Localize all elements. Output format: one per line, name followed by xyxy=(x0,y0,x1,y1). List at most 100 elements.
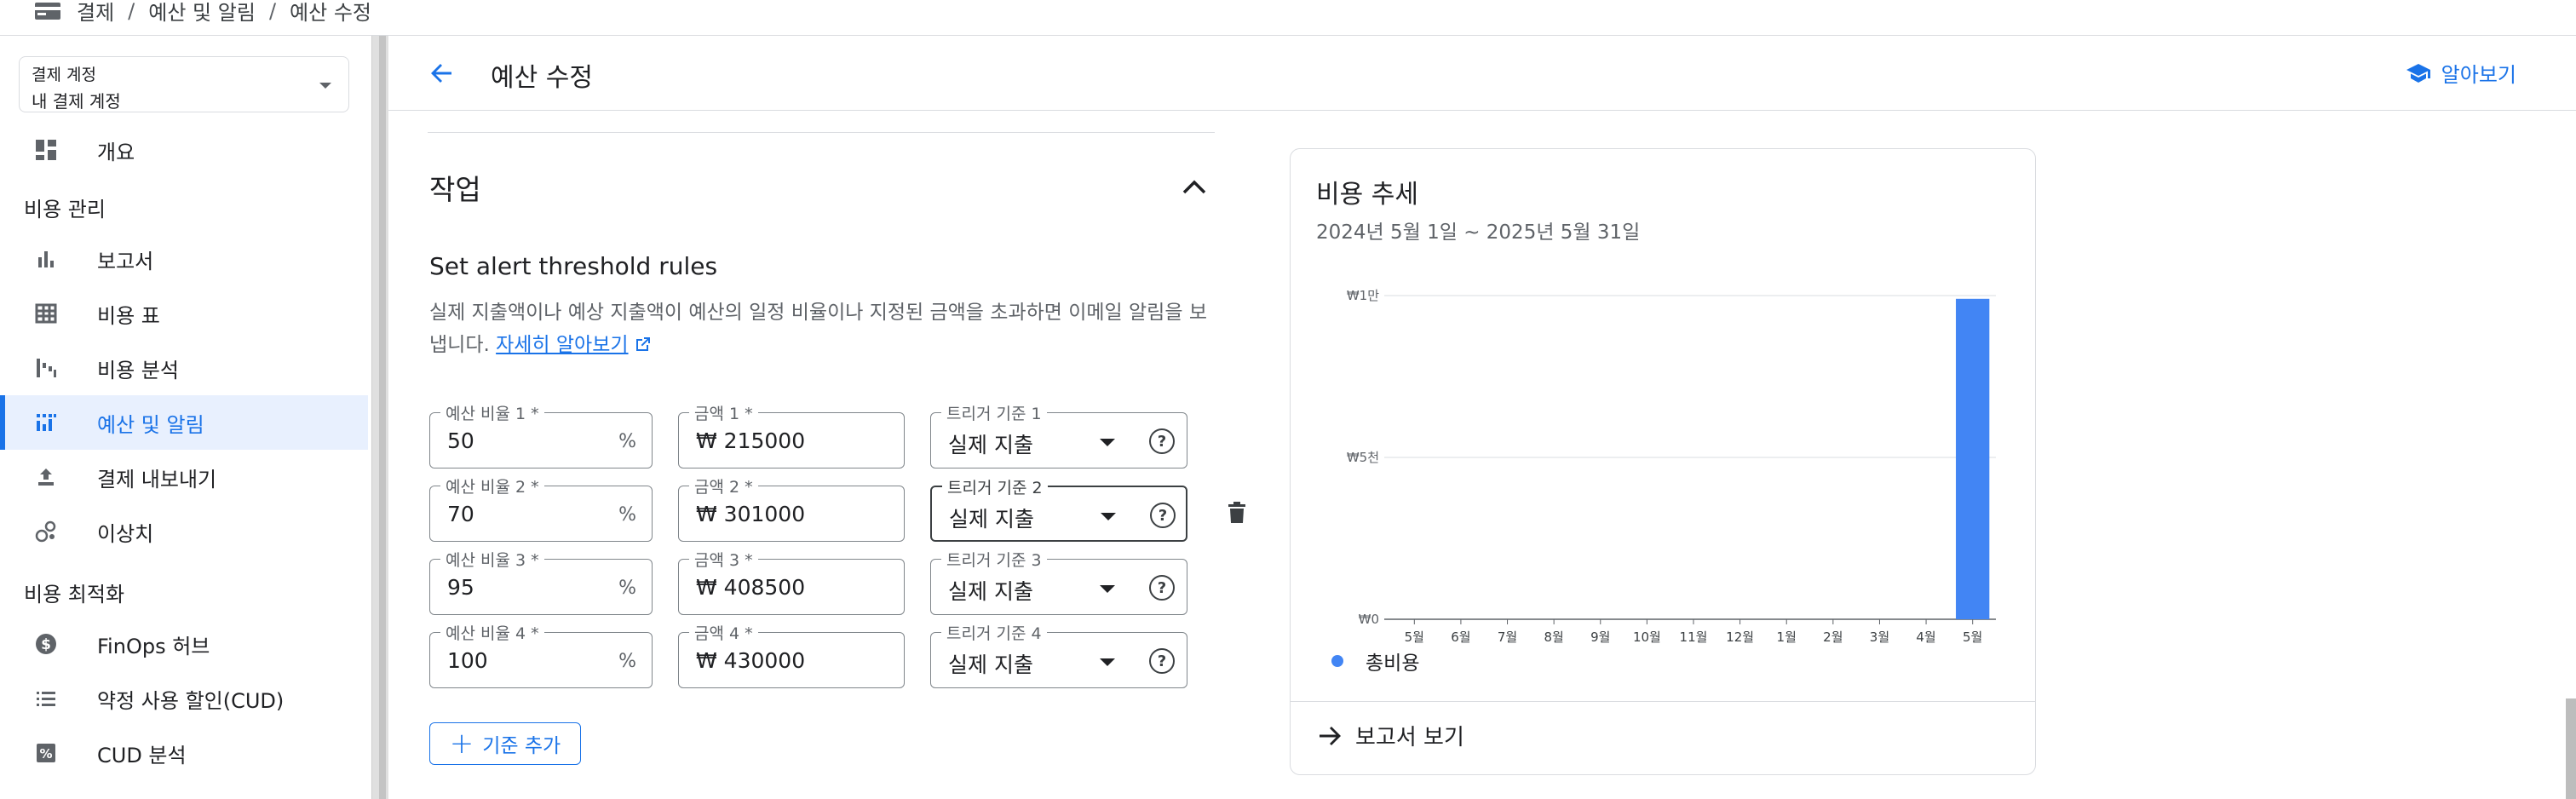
arrow-back-icon xyxy=(431,64,451,83)
scrollbar-thumb[interactable] xyxy=(379,36,386,799)
amount-field-2[interactable]: 금액 2 * ₩ 301000 xyxy=(678,474,905,542)
back-button[interactable] xyxy=(423,55,460,92)
learn-button[interactable]: 알아보기 xyxy=(2406,58,2516,88)
budget-percent-field-3[interactable]: 예산 비율 3 * 95 % xyxy=(429,548,653,615)
sidebar-item-reports[interactable]: 보고서 xyxy=(0,232,368,286)
breadcrumb-separator: / xyxy=(128,0,135,23)
divider xyxy=(428,132,1215,133)
field-label: 금액 3 * xyxy=(689,548,758,571)
help-icon[interactable]: ? xyxy=(1150,503,1176,528)
sidebar-item-cost-table[interactable]: 비용 표 xyxy=(0,286,368,341)
svg-text:%: % xyxy=(39,746,52,762)
bar-chart-icon xyxy=(34,247,58,271)
x-tick-label: 9월 xyxy=(1590,629,1610,643)
page-scrollbar-thumb[interactable] xyxy=(2566,698,2576,799)
open-in-new-icon xyxy=(635,337,650,351)
sidebar-item-label: 개요 xyxy=(97,140,135,164)
sidebar-item-cost-breakdown[interactable]: 비용 분석 xyxy=(0,341,368,395)
trigger-select-3[interactable]: 트리거 기준 3 실제 지출 ? xyxy=(930,548,1187,615)
field-label: 예산 비율 3 * xyxy=(440,548,544,571)
sidebar-item-overview[interactable]: 개요 xyxy=(0,123,368,177)
sidebar-item-cud-analysis[interactable]: % CUD 분석 xyxy=(0,726,368,780)
sidebar-item-label: FinOps 허브 xyxy=(97,634,210,658)
sidebar-item-cud[interactable]: 약정 사용 할인(CUD) xyxy=(0,671,368,726)
y-tick-label: ₩0 xyxy=(1359,612,1379,627)
x-tick-label: 10월 xyxy=(1633,629,1661,643)
learn-button-label: 알아보기 xyxy=(2441,63,2516,87)
arrow-forward-icon xyxy=(1320,726,1341,745)
sidebar: 결제 계정 내 결제 계정 개요 비용 관리 보고서 비용 표 비용 분석 예산… xyxy=(0,36,371,799)
trigger-select-1[interactable]: 트리거 기준 1 실제 지출 ? xyxy=(930,401,1187,468)
sidebar-item-budgets-alerts[interactable]: 예산 및 알림 xyxy=(0,395,368,450)
field-value: 50 xyxy=(447,428,474,453)
field-label: 트리거 기준 3 xyxy=(941,548,1047,571)
sidebar-item-label: 보고서 xyxy=(97,249,154,273)
help-icon[interactable]: ? xyxy=(1149,648,1175,674)
plus-icon: + xyxy=(449,727,474,761)
sidebar-item-finops-hub[interactable]: $ FinOps 허브 xyxy=(0,617,368,671)
field-value: 실제 지출 xyxy=(948,652,1033,677)
dropdown-caret-icon xyxy=(319,83,331,89)
svg-text:$: $ xyxy=(41,636,51,653)
breadcrumb-budgets[interactable]: 예산 및 알림 xyxy=(148,0,256,26)
help-icon[interactable]: ? xyxy=(1149,428,1175,454)
help-icon[interactable]: ? xyxy=(1149,575,1175,601)
learn-more-label: 자세히 알아보기 xyxy=(496,334,629,356)
rules-description: 실제 지출액이나 예상 지출액이 예산의 일정 비율이나 지정된 금액을 초과하… xyxy=(429,296,1213,361)
sidebar-item-label: CUD 분석 xyxy=(97,743,187,767)
field-value: 실제 지출 xyxy=(948,433,1033,457)
breadcrumb-billing[interactable]: 결제 xyxy=(77,0,114,26)
amount-field-3[interactable]: 금액 3 * ₩ 408500 xyxy=(678,548,905,615)
dropdown-caret-icon xyxy=(1100,439,1115,446)
trigger-select-4[interactable]: 트리거 기준 4 실제 지출 ? xyxy=(930,621,1187,688)
sidebar-item-anomalies[interactable]: 이상치 xyxy=(0,504,368,559)
chart-bar xyxy=(1956,298,1990,619)
field-label: 트리거 기준 4 xyxy=(941,621,1047,644)
field-value: 실제 지출 xyxy=(949,507,1034,532)
trigger-select-2[interactable]: 트리거 기준 2 실제 지출 ? xyxy=(930,475,1187,542)
add-rule-button[interactable]: + 기준 추가 xyxy=(429,722,581,765)
sidebar-item-label: 비용 분석 xyxy=(97,358,179,382)
dollar-circle-icon: $ xyxy=(34,632,58,656)
collapse-section-button[interactable] xyxy=(1177,170,1211,204)
sidebar-scrollbar[interactable] xyxy=(371,36,388,799)
percent-suffix: % xyxy=(618,504,636,526)
y-tick-label: ₩5천 xyxy=(1347,450,1379,465)
card-date-range: 2024년 5월 1일 ~ 2025년 5월 31일 xyxy=(1316,221,1641,244)
x-tick-label: 1월 xyxy=(1777,629,1797,643)
amount-field-4[interactable]: 금액 4 * ₩ 430000 xyxy=(678,621,905,688)
budget-percent-field-4[interactable]: 예산 비율 4 * 100 % xyxy=(429,621,653,688)
legend-label: 총비용 xyxy=(1366,652,1420,675)
card-title: 비용 추세 xyxy=(1316,180,1418,210)
percent-icon: % xyxy=(34,741,58,765)
field-label: 트리거 기준 2 xyxy=(942,475,1048,498)
anomaly-icon xyxy=(34,520,58,543)
view-report-link[interactable]: 보고서 보기 xyxy=(1318,720,1464,751)
dropdown-caret-icon xyxy=(1101,513,1116,520)
view-report-label: 보고서 보기 xyxy=(1355,725,1464,750)
waterfall-chart-icon xyxy=(34,356,58,380)
field-value: 70 xyxy=(447,502,474,526)
x-tick-label: 11월 xyxy=(1680,629,1708,643)
field-value: ₩ 430000 xyxy=(696,648,806,673)
sidebar-item-label: 약정 사용 할인(CUD) xyxy=(97,688,285,713)
budget-percent-field-2[interactable]: 예산 비율 2 * 70 % xyxy=(429,474,653,542)
sidebar-item-billing-export[interactable]: 결제 내보내기 xyxy=(0,450,368,504)
dropdown-caret-icon xyxy=(1100,658,1115,666)
page-title: 예산 수정 xyxy=(491,63,593,93)
billing-account-label: 결제 계정 xyxy=(32,66,96,84)
billing-account-select[interactable]: 결제 계정 내 결제 계정 xyxy=(19,56,349,112)
budget-percent-field-1[interactable]: 예산 비율 1 * 50 % xyxy=(429,401,653,468)
dropdown-caret-icon xyxy=(1100,585,1115,593)
section-heading-cost-optimization: 비용 최적화 xyxy=(24,583,125,606)
sidebar-item-label: 예산 및 알림 xyxy=(97,412,204,437)
page-header: 예산 수정 알아보기 xyxy=(388,36,2576,111)
x-tick-label: 5월 xyxy=(1963,629,1982,643)
amount-field-1[interactable]: 금액 1 * ₩ 215000 xyxy=(678,401,905,468)
field-value: ₩ 301000 xyxy=(696,502,806,526)
budget-icon xyxy=(34,411,58,434)
x-tick-label: 12월 xyxy=(1726,629,1754,643)
trash-icon xyxy=(1228,502,1245,523)
delete-rule-button[interactable] xyxy=(1222,497,1252,528)
learn-more-link[interactable]: 자세히 알아보기 xyxy=(496,334,628,356)
